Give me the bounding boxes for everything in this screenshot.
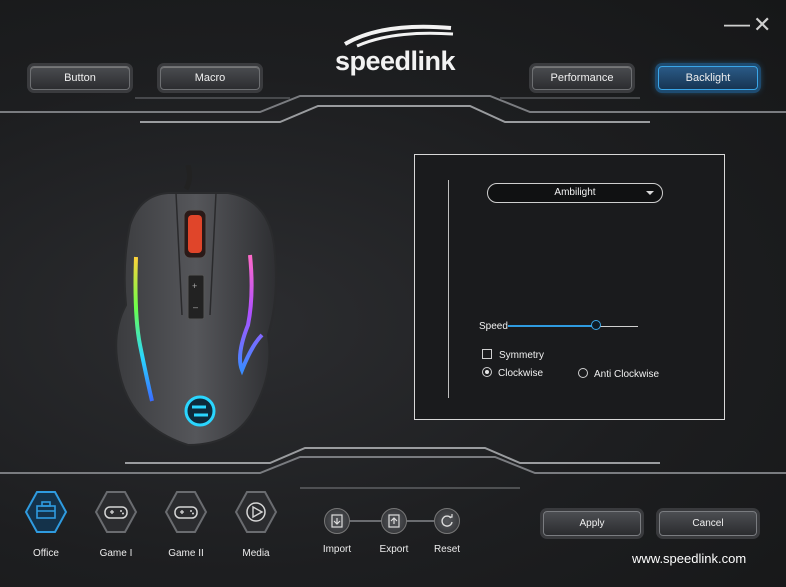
- clockwise-label: Clockwise: [498, 368, 544, 379]
- profile-media[interactable]: Media: [231, 490, 281, 559]
- profile-label: Media: [242, 548, 270, 559]
- radio-unselected-icon: [578, 368, 588, 378]
- speed-slider-thumb[interactable]: [591, 320, 601, 330]
- export-button[interactable]: Export: [372, 508, 416, 555]
- reset-icon: [434, 508, 460, 534]
- profile-game-1[interactable]: Game I: [91, 490, 141, 559]
- radio-anti-clockwise[interactable]: Anti Clockwise: [578, 368, 659, 380]
- import-label: Import: [322, 544, 352, 555]
- logo-text: speedlink: [335, 46, 456, 76]
- speedlink-logo: speedlink: [335, 24, 456, 84]
- tab-macro[interactable]: Macro: [160, 66, 260, 90]
- mouse-image: + –: [115, 165, 277, 447]
- svg-text:+: +: [192, 281, 197, 291]
- logo-swoosh-icon: [343, 24, 454, 48]
- export-label: Export: [379, 544, 409, 555]
- profile-game-2[interactable]: Game II: [161, 490, 211, 559]
- gamepad-icon: [94, 491, 138, 533]
- website-link[interactable]: www.speedlink.com: [632, 551, 746, 566]
- apply-button[interactable]: Apply: [543, 511, 641, 536]
- tab-button[interactable]: Button: [30, 66, 130, 90]
- profile-label: Office: [33, 548, 59, 559]
- briefcase-icon: [24, 491, 68, 533]
- speed-label: Speed: [479, 321, 508, 332]
- profile-label: Game II: [168, 548, 204, 559]
- gamepad-icon: [164, 491, 208, 533]
- symmetry-checkbox[interactable]: Symmetry: [482, 349, 544, 361]
- app-window: — ✕ speedlink Button Macro Performance B…: [0, 0, 786, 587]
- export-icon: [381, 508, 407, 534]
- profile-office[interactable]: Office: [21, 490, 71, 559]
- anti-clockwise-label: Anti Clockwise: [594, 369, 660, 380]
- tab-backlight[interactable]: Backlight: [658, 66, 758, 90]
- symmetry-label: Symmetry: [499, 350, 544, 361]
- play-icon: [234, 491, 278, 533]
- effect-mode-value: Ambilight: [554, 187, 596, 198]
- backlight-panel: Ambilight Speed Symmetry Clockwise Anti …: [414, 154, 725, 420]
- radio-selected-icon: [482, 367, 492, 377]
- panel-divider: [448, 180, 449, 398]
- import-icon: [324, 508, 350, 534]
- tab-performance[interactable]: Performance: [532, 66, 632, 90]
- reset-label: Reset: [433, 544, 461, 555]
- effect-mode-dropdown[interactable]: Ambilight: [487, 183, 663, 203]
- reset-button[interactable]: Reset: [425, 508, 469, 555]
- chevron-down-icon: [646, 191, 654, 195]
- profile-label: Game I: [99, 548, 133, 559]
- svg-text:–: –: [193, 302, 198, 312]
- cancel-button[interactable]: Cancel: [659, 511, 757, 536]
- minimize-button[interactable]: —: [724, 10, 750, 36]
- close-button[interactable]: ✕: [753, 14, 771, 36]
- radio-clockwise[interactable]: Clockwise: [482, 367, 543, 379]
- speed-slider-fill: [508, 325, 596, 327]
- checkbox-icon: [482, 349, 492, 359]
- import-button[interactable]: Import: [315, 508, 359, 555]
